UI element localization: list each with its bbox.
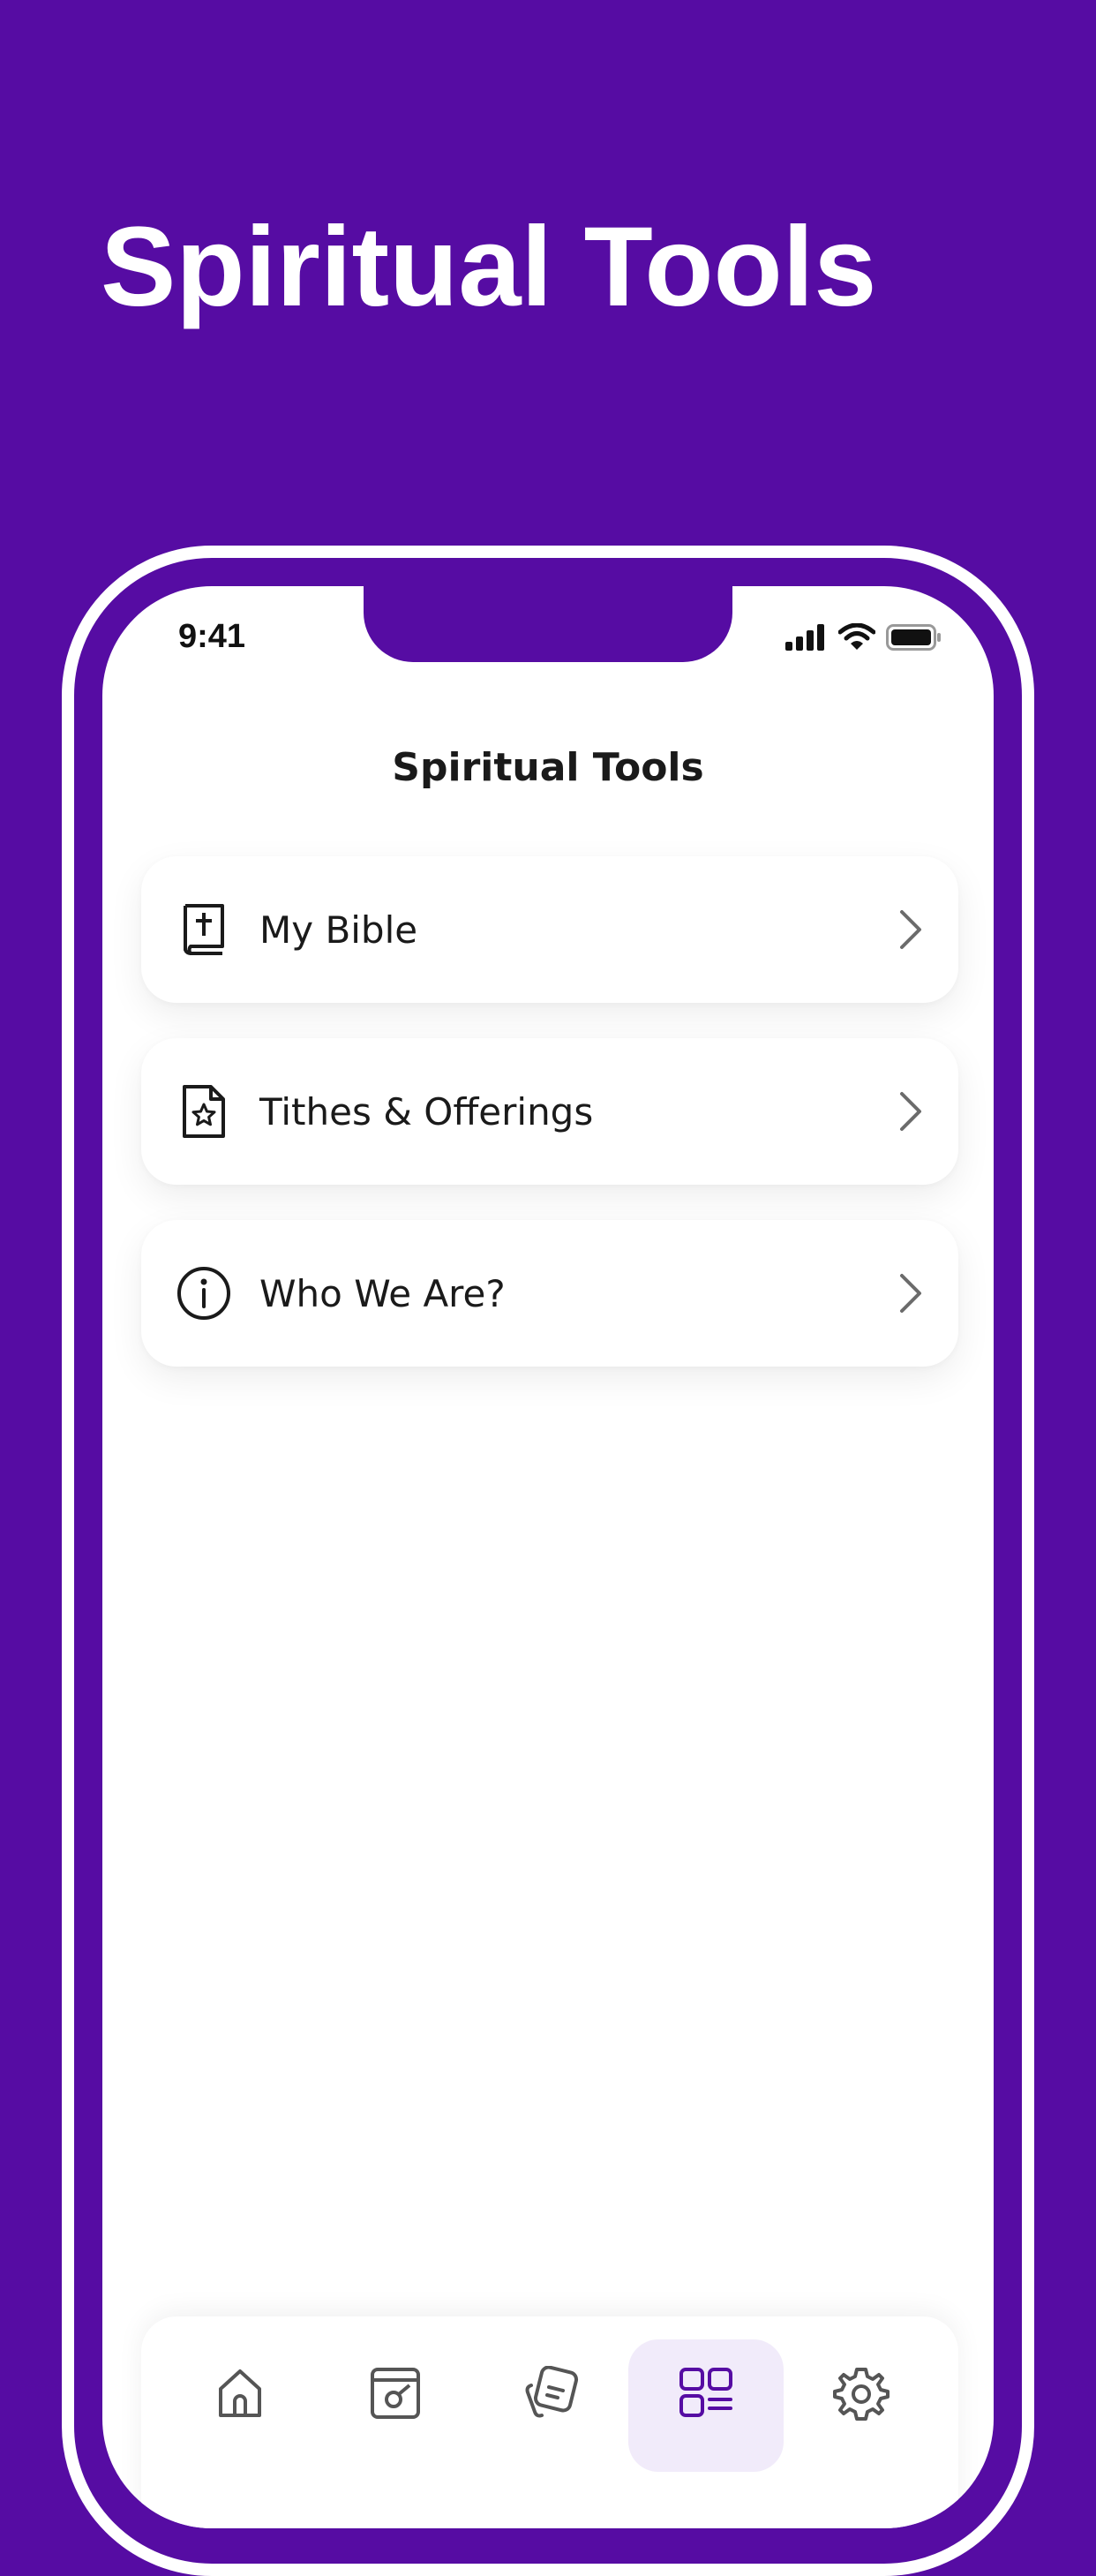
wifi-icon <box>837 622 876 656</box>
tab-tools[interactable] <box>628 2339 784 2472</box>
home-icon <box>214 2366 266 2423</box>
hero-title: Spiritual Tools <box>101 204 877 330</box>
info-icon <box>175 1264 233 1322</box>
phone-notch <box>364 586 732 662</box>
screen-title: Spiritual Tools <box>392 745 704 790</box>
tab-media[interactable] <box>318 2339 473 2472</box>
gear-icon <box>833 2366 890 2427</box>
menu-item-label: Tithes & Offerings <box>259 1089 594 1134</box>
grid-icon <box>678 2366 734 2423</box>
media-icon <box>367 2366 424 2423</box>
tab-bar <box>141 2316 958 2528</box>
menu-item-who-we-are[interactable]: Who We Are? <box>141 1220 958 1367</box>
menu-item-my-bible[interactable]: My Bible <box>141 856 958 1003</box>
battery-icon <box>886 624 942 655</box>
document-star-icon <box>175 1082 233 1141</box>
menu-item-tithes-offerings[interactable]: Tithes & Offerings <box>141 1038 958 1185</box>
chevron-right-icon <box>893 1087 928 1136</box>
status-time: 9:41 <box>178 618 246 655</box>
cellular-signal-icon <box>785 624 828 655</box>
phone-screen: 9:41 Spiritual Tools My Bible Tithes & O… <box>102 586 994 2528</box>
tab-notes[interactable] <box>473 2339 628 2472</box>
chevron-right-icon <box>893 1269 928 1318</box>
status-icons <box>785 622 942 656</box>
menu-item-label: Who We Are? <box>259 1271 506 1315</box>
bible-icon <box>175 900 233 959</box>
tab-settings[interactable] <box>784 2339 939 2472</box>
notes-icon <box>522 2365 579 2423</box>
tab-home[interactable] <box>162 2339 318 2472</box>
chevron-right-icon <box>893 905 928 954</box>
menu-item-label: My Bible <box>259 908 418 952</box>
